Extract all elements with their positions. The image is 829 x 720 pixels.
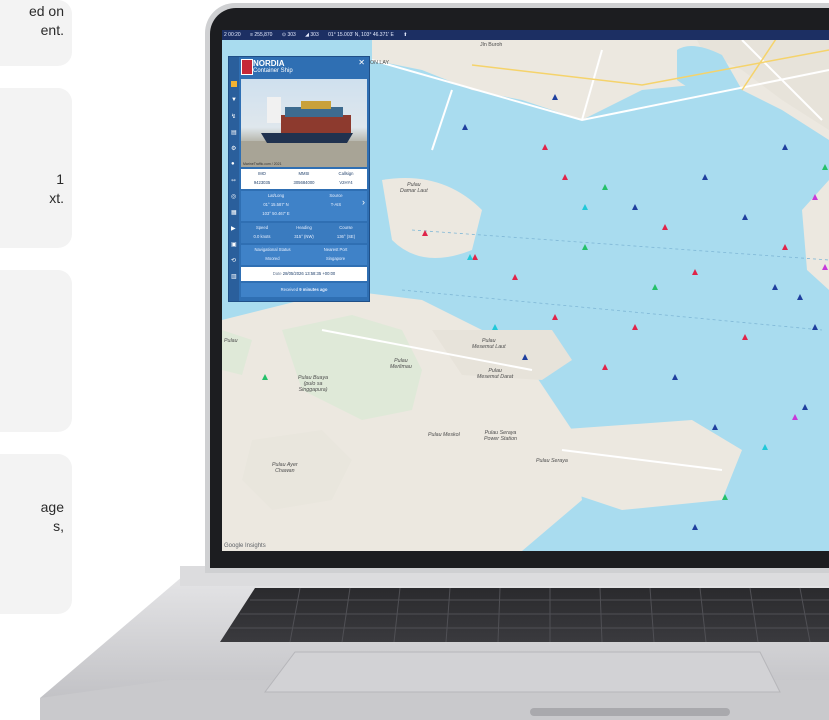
map-label-power-station: Pulau Seraya Power Station — [484, 430, 517, 442]
heading-value: 315° (NW) — [294, 234, 314, 239]
mmsi-label: MMSI — [298, 171, 310, 176]
vessel-photo[interactable]: MarineTraffic.com / 2021 — [241, 79, 367, 167]
received-text: Received 9 minutes ago — [241, 287, 367, 292]
map-label-pulau-seraya: Pulau Seraya — [536, 458, 568, 464]
feature-card-2: 1 xt. — [0, 88, 72, 248]
marker-icon[interactable]: ● — [231, 161, 235, 167]
play-icon[interactable]: ▶ — [231, 225, 236, 232]
target-icon[interactable]: ◎ — [231, 193, 236, 200]
course-value: 136° (SE) — [336, 234, 356, 239]
flag-icon — [241, 59, 253, 75]
map-attribution: Google Insights — [224, 543, 266, 549]
chevron-right-icon[interactable]: › — [362, 197, 365, 207]
map-label-pulau: Pulau — [224, 338, 238, 344]
map-label-pulau-mesemut-darat: Pulau Mesemut Darat — [477, 368, 514, 380]
mmsi-value: 305684000 — [293, 180, 315, 185]
map-label-pulau-mesemut-laut: Pulau Mesemut Laut — [472, 338, 506, 350]
feature-card-text: age s, — [40, 499, 64, 534]
map-label-pulau-buaya: Pulau Buaya (pulo sa Singgapura) — [298, 375, 329, 393]
share-icon[interactable]: ⟲ — [231, 257, 236, 264]
port-label: Nearest Port — [323, 247, 348, 252]
document-icon[interactable]: ▤ — [231, 129, 237, 136]
laptop-screen: Pulau Damar Laut Pulau Merlimau Pulau Bu… — [222, 30, 829, 551]
date-label: Date — [272, 271, 282, 276]
position-row: Lat/Long Source 01° 15.587' N 103° 50.46… — [241, 191, 367, 221]
feature-card-text: 1 xt. — [49, 171, 64, 206]
vessel-name: NORDIA — [253, 59, 285, 68]
date-row: Date 28/05/2026 13:58:35 +00:00 — [241, 267, 367, 281]
layers-icon[interactable] — [231, 81, 237, 87]
status-item: 01° 15.003' N, 103° 46.371' E — [328, 32, 394, 38]
callsign-label: Callsign — [338, 171, 354, 176]
heading-label: Heading — [296, 225, 312, 230]
navstatus-value: Moored — [265, 256, 280, 261]
calendar-icon[interactable]: ▦ — [231, 209, 237, 216]
map-label-pulau-meskol: Pulau Meskol — [428, 432, 460, 438]
filter-icon[interactable]: ▼ — [231, 97, 237, 103]
speed-value: 0.0 knots — [253, 234, 271, 239]
navstatus-label: Navigational Status — [254, 247, 291, 252]
lat-value: 01° 15.587' N — [263, 202, 289, 207]
map-label-pulau-merlimau: Pulau Merlimau — [390, 358, 412, 370]
map-label-jln-buroh: Jln Buroh — [480, 42, 503, 48]
vessel-info-panel: ▼ ↯ ▤ ⚙ ● ⇿ ◎ ▦ ▶ ▣ ⟲ ▥ NORDIA Container… — [228, 56, 370, 302]
status-item: ◢ 303 — [305, 32, 319, 38]
photo-caption: MarineTraffic.com / 2021 — [243, 162, 282, 166]
callsign-value: V2HY4 — [339, 180, 353, 185]
received-value: 9 minutes ago — [299, 287, 328, 292]
camera-icon[interactable]: ▣ — [231, 241, 237, 248]
status-item: ⊙ 303 — [281, 32, 296, 38]
speed-label: Speed — [255, 225, 269, 230]
status-row: Navigational Status Nearest Port Moored … — [241, 245, 367, 265]
status-item: ⬆ — [403, 32, 408, 38]
grid-icon[interactable]: ▥ — [231, 273, 237, 280]
status-item: 2 00:20 — [224, 32, 241, 38]
date-text: Date 28/05/2026 13:58:35 +00:00 — [241, 271, 367, 276]
source-value: T-AIS — [330, 202, 342, 207]
source-label: Source — [329, 193, 343, 198]
map-label-pulau-damar-laut: Pulau Damar Laut — [400, 182, 428, 194]
imo-label: IMO — [258, 171, 266, 176]
course-label: Course — [339, 225, 353, 230]
map-label-on-lay: ON LAY — [370, 60, 390, 66]
map-toolbar: ▼ ↯ ▤ ⚙ ● ⇿ ◎ ▦ ▶ ▣ ⟲ ▥ — [229, 57, 239, 301]
vessel-type: Container Ship — [253, 68, 293, 74]
long-value: 103° 50.467' E — [262, 211, 290, 216]
port-value: Singapore — [325, 256, 346, 261]
motion-row: Speed Heading Course 0.0 knots 315° (NW)… — [241, 223, 367, 243]
received-row: Received 9 minutes ago — [241, 283, 367, 297]
close-icon[interactable]: ✕ — [358, 58, 365, 67]
map-status-bar: 2 00:20 ≡ 255,870 ⊙ 303 ◢ 303 01° 15.003… — [222, 30, 829, 40]
identity-row: IMO MMSI Callsign 9423035 305684000 V2HY… — [241, 169, 367, 189]
latlong-label: Lat/Long — [267, 193, 285, 198]
status-item: ≡ 255,870 — [250, 32, 273, 38]
laptop-base — [40, 570, 829, 720]
settings-icon[interactable]: ⚙ — [231, 145, 236, 152]
map-label-pulau-ayer-chawan: Pulau Ayer Chawan — [272, 462, 298, 474]
date-value: 28/05/2026 13:58:35 +00:00 — [282, 271, 336, 276]
feature-card-1: ed on ent. — [0, 0, 72, 66]
received-label: Received — [280, 287, 299, 292]
feature-card-3 — [0, 270, 72, 432]
feature-card-text: ed on ent. — [28, 3, 64, 38]
route-icon[interactable]: ↯ — [231, 113, 236, 120]
imo-value: 9423035 — [253, 180, 271, 185]
measure-icon[interactable]: ⇿ — [231, 177, 236, 184]
